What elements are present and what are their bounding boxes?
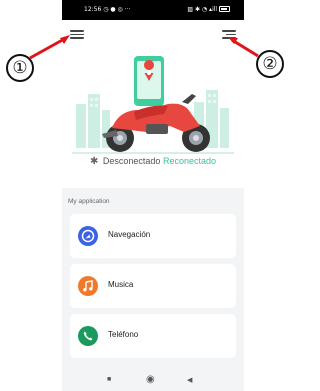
app-musica[interactable]: Musica [70,264,236,308]
callout-left-number: ① [6,54,34,82]
app-label-musica: Musica [108,280,134,289]
ground-line [72,152,234,154]
status-left-icons: ◷ ● ◎ ··· [103,6,131,13]
recent-apps-button[interactable]: ■ [107,376,111,383]
applications-section: My application Navegación Musica Teléfon… [62,190,244,391]
app-label-navegacion: Navegación [108,230,151,239]
back-button[interactable]: ◀ [187,376,192,384]
status-right-icons: ▨ ✱ ◔ ▴ill [187,6,218,13]
status-bar-right: ▨ ✱ ◔ ▴ill [187,6,230,13]
home-button[interactable]: ◉ [146,374,155,385]
reconnect-link[interactable]: Reconectado [163,156,216,166]
app-telefono[interactable]: Teléfono [70,314,236,358]
connection-status: ✱ Desconectado Reconectado [62,156,244,167]
app-label-telefono: Teléfono [108,330,139,339]
right-menu-button[interactable] [222,28,236,40]
connection-header: ✱ Desconectado Reconectado [62,20,244,188]
phone-icon [78,326,98,346]
disconnected-label: Desconectado [102,156,161,166]
phone-screen: 12:56 ◷ ● ◎ ··· ▨ ✱ ◔ ▴ill ✱ Desconectad… [62,0,244,391]
status-bar: 12:56 ◷ ● ◎ ··· ▨ ✱ ◔ ▴ill [62,0,244,20]
music-icon [78,276,98,296]
motorcycle-illustration [72,56,234,154]
system-nav-bar: ■ ◉ ◀ [62,371,244,391]
navigation-icon [78,226,98,246]
hamburger-menu-icon [70,30,84,32]
app-navegacion[interactable]: Navegación [70,214,236,258]
applications-section-title: My application [68,198,110,205]
battery-icon [219,6,230,12]
status-time: 12:56 [84,6,102,13]
bluetooth-icon: ✱ [89,156,99,167]
screenshot-canvas: ① ② 12:56 ◷ ● ◎ ··· ▨ ✱ ◔ ▴ill ✱ Descone… [0,0,289,391]
phone-graphic [134,56,164,106]
status-bar-left: 12:56 ◷ ● ◎ ··· [84,6,130,13]
left-menu-button[interactable] [70,28,84,40]
settings-menu-icon [222,30,236,32]
callout-right-number: ② [256,50,284,78]
